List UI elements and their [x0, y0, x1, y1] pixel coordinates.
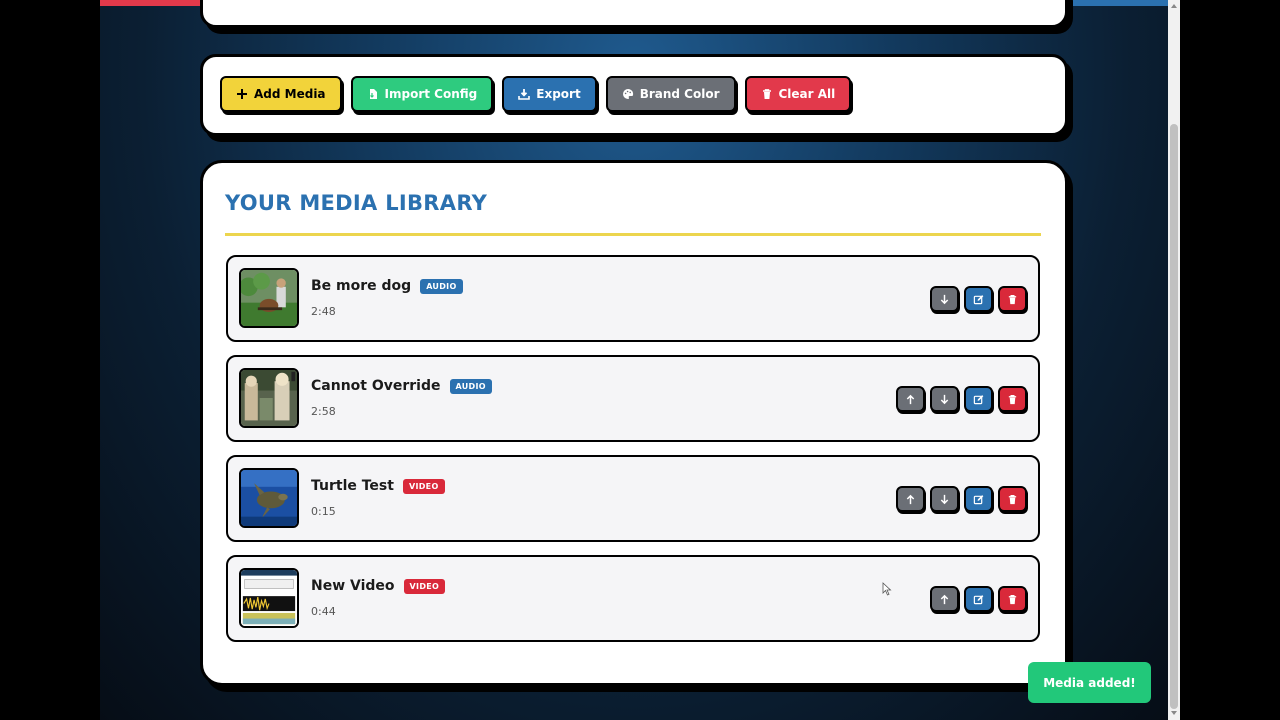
media-library-card: YOUR MEDIA LIBRARY Be more dog AUDIO 2:48 C…: [200, 160, 1068, 686]
add-media-button[interactable]: Add Media: [220, 76, 342, 112]
toast-notification: Media added!: [1028, 662, 1151, 703]
delete-button[interactable]: [998, 286, 1027, 312]
scroll-up-arrow-icon[interactable]: [1171, 4, 1177, 8]
edit-icon: [973, 594, 984, 604]
page-scrollbar[interactable]: [1168, 0, 1180, 720]
arrow-down-icon: [940, 394, 949, 404]
scroll-down-arrow-icon[interactable]: [1171, 711, 1177, 715]
media-type-badge: AUDIO: [449, 378, 492, 394]
media-actions: [896, 386, 1027, 412]
media-duration: 0:44: [311, 605, 336, 618]
media-type-badge: AUDIO: [420, 278, 463, 294]
delete-button[interactable]: [998, 386, 1027, 412]
file-import-icon: [369, 89, 377, 99]
export-button[interactable]: Export: [502, 76, 597, 112]
media-title: New Video: [311, 578, 395, 594]
brand-color-button[interactable]: Brand Color: [605, 76, 736, 112]
media-title-row: Cannot Override AUDIO: [311, 378, 492, 394]
edit-button[interactable]: [964, 286, 993, 312]
edit-button[interactable]: [964, 486, 993, 512]
palette-icon: [622, 88, 633, 99]
button-label: Import Config: [384, 87, 478, 101]
arrow-down-icon: [940, 494, 949, 504]
move-down-button[interactable]: [930, 386, 959, 412]
edit-icon: [973, 294, 984, 304]
download-icon: [518, 89, 531, 100]
button-label: Brand Color: [639, 87, 720, 101]
media-item: Be more dog AUDIO 2:48: [226, 255, 1040, 342]
media-title-row: Be more dog AUDIO: [311, 278, 463, 294]
media-duration: 2:58: [311, 405, 336, 418]
delete-button[interactable]: [998, 486, 1027, 512]
media-actions: [896, 486, 1027, 512]
header-card: [200, 0, 1068, 28]
move-up-button[interactable]: [896, 386, 925, 412]
thumbnail-waveform-editor: [239, 568, 299, 628]
media-title-row: New Video VIDEO: [311, 578, 446, 594]
delete-button[interactable]: [998, 586, 1027, 612]
media-item: New Video VIDEO 0:44: [226, 555, 1040, 642]
trash-white-icon: [1008, 494, 1017, 504]
media-type-badge: VIDEO: [403, 578, 446, 594]
arrow-up-icon: [906, 494, 915, 504]
media-item: Turtle Test VIDEO 0:15: [226, 455, 1040, 542]
media-actions: [930, 586, 1027, 612]
edit-button[interactable]: [964, 586, 993, 612]
button-label: Clear All: [778, 87, 836, 101]
mouse-cursor-icon: [882, 582, 892, 596]
media-actions: [930, 286, 1027, 312]
title-underline: [225, 233, 1041, 236]
toast-message: Media added!: [1043, 675, 1136, 690]
media-title: Turtle Test: [311, 478, 394, 494]
edit-icon: [973, 394, 984, 404]
edit-button[interactable]: [964, 386, 993, 412]
library-title: YOUR MEDIA LIBRARY: [225, 191, 488, 215]
thumbnail-sea-turtle: [239, 468, 299, 528]
arrow-down-icon: [940, 294, 949, 304]
button-label: Export: [536, 87, 581, 101]
toolbar-card: Add Media Import Config Export Brand Color C…: [200, 54, 1068, 136]
import-config-button[interactable]: Import Config: [350, 76, 494, 112]
media-title: Cannot Override: [311, 378, 441, 394]
edit-icon: [973, 494, 984, 504]
toolbar-buttons: Add Media Import Config Export Brand Color C…: [220, 76, 852, 112]
app-viewport: Add Media Import Config Export Brand Color C…: [100, 0, 1168, 720]
trash-white-icon: [1008, 594, 1017, 604]
scrollbar-thumb[interactable]: [1170, 124, 1178, 709]
trash-white-icon: [1008, 294, 1017, 304]
move-up-button[interactable]: [930, 586, 959, 612]
arrow-up-icon: [940, 594, 949, 604]
media-title: Be more dog: [311, 278, 412, 294]
media-item: Cannot Override AUDIO 2:58: [226, 355, 1040, 442]
trash-icon: [762, 89, 771, 99]
move-up-button[interactable]: [896, 486, 925, 512]
media-duration: 2:48: [311, 305, 336, 318]
trash-white-icon: [1008, 394, 1017, 404]
move-down-button[interactable]: [930, 486, 959, 512]
media-duration: 0:15: [311, 505, 336, 518]
button-label: Add Media: [254, 87, 326, 101]
plus-icon: [237, 89, 247, 99]
arrow-up-icon: [906, 394, 915, 404]
move-down-button[interactable]: [930, 286, 959, 312]
media-title-row: Turtle Test VIDEO: [311, 478, 445, 494]
media-type-badge: VIDEO: [402, 478, 445, 494]
clear-all-button[interactable]: Clear All: [744, 76, 852, 112]
thumbnail-man-guitar: [239, 268, 299, 328]
thumbnail-street-scene: [239, 368, 299, 428]
